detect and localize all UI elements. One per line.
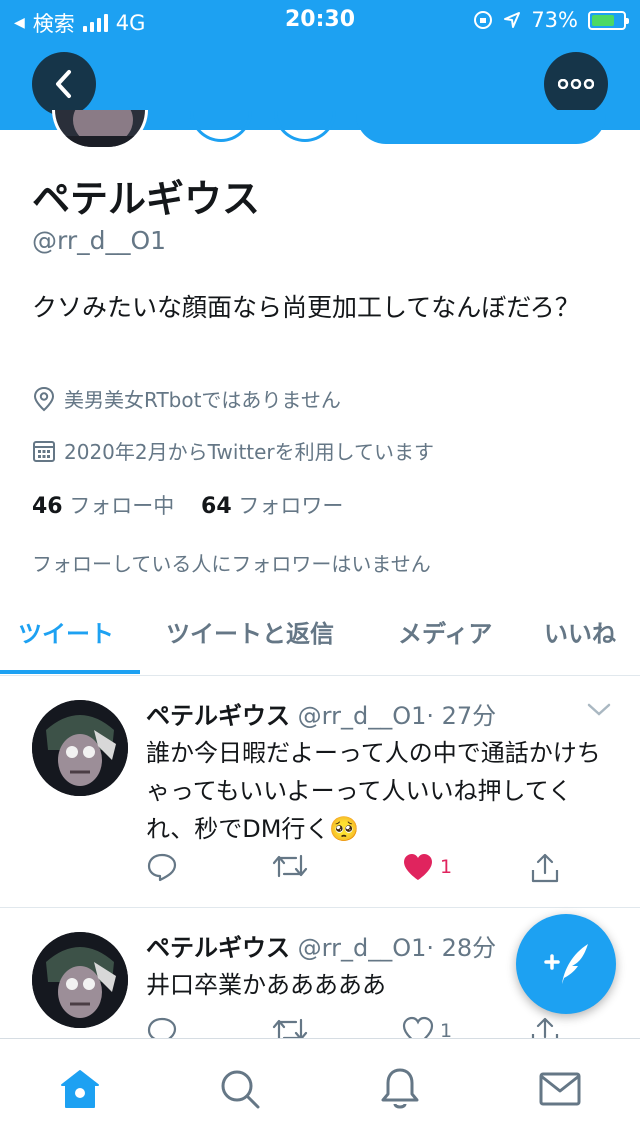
profile-tabs: ツイート ツイートと返信 メディア いいね — [0, 600, 640, 676]
profile-joined: 2020年2月からTwitterを利用しています — [32, 436, 434, 465]
nav-messages[interactable] — [536, 1065, 584, 1113]
profile-bio: クソみたいな顔面なら尚更加工してなんぼだろ？ — [32, 293, 580, 322]
active-tab-indicator — [0, 670, 140, 674]
followers-label: フォロワー — [238, 494, 344, 518]
back-button[interactable] — [32, 52, 96, 116]
tweet-actions: 1 — [146, 852, 586, 892]
retweet-button[interactable] — [272, 852, 308, 880]
compose-tweet-button[interactable] — [516, 914, 616, 1014]
retweet-icon — [272, 854, 308, 878]
compose-tweet-icon — [544, 944, 588, 984]
bottom-nav — [0, 1038, 640, 1136]
like-count: 1 — [440, 1020, 453, 1038]
reply-button[interactable] — [146, 1016, 178, 1038]
location-arrow-icon — [504, 12, 521, 28]
tweet-actions: 1 — [146, 1016, 586, 1038]
notifications-toggle-button[interactable] — [190, 110, 252, 142]
tweet-time: · 28分 — [426, 934, 497, 962]
more-dots-icon — [558, 79, 594, 89]
heart-icon — [402, 1016, 434, 1038]
tweet-avatar[interactable] — [32, 700, 128, 796]
status-bar: ◀ 検索 4G 20:30 73% — [0, 0, 640, 40]
tweet-author-name[interactable]: ペテルギウス — [146, 702, 290, 730]
joined-text: 2020年2月からTwitterを利用しています — [64, 440, 435, 464]
tweet-author-handle[interactable]: @rr_d__O1 — [298, 934, 427, 962]
like-count: 1 — [440, 856, 453, 878]
retweet-icon — [272, 1018, 308, 1038]
tab-likes[interactable]: いいね — [544, 614, 616, 649]
reply-icon — [147, 853, 177, 882]
followers-you-know-notice: フォローしている人にフォロワーはいません — [32, 552, 431, 576]
tab-media[interactable]: メディア — [398, 614, 492, 649]
calendar-icon — [33, 440, 55, 462]
heart-icon — [404, 854, 432, 880]
battery-icon — [588, 10, 629, 30]
reply-icon — [147, 1017, 177, 1038]
retweet-button[interactable] — [272, 1016, 308, 1038]
tab-tweets-and-replies[interactable]: ツイートと返信 — [166, 614, 334, 649]
tweet-time: · 27分 — [426, 702, 497, 730]
follow-counts: 46 フォロー中 64 フォロワー — [32, 490, 343, 520]
tweet[interactable]: ペテルギウス @rr_d__O1· 27分 誰か今日暇だよーって人の中で通話かけ… — [0, 676, 640, 908]
profile-location: 美男美女RTbotではありません — [32, 384, 341, 413]
tweet-author-name[interactable]: ペテルギウス — [146, 934, 290, 962]
following-link[interactable]: 46 フォロー中 — [32, 494, 175, 519]
orientation-lock-icon — [474, 11, 493, 29]
follow-button[interactable] — [356, 110, 606, 144]
profile-handle: @rr_d__O1 — [32, 226, 167, 255]
tab-tweets[interactable]: ツイート — [18, 614, 114, 649]
followers-count: 64 — [201, 494, 232, 519]
more-button[interactable] — [544, 52, 608, 116]
followers-link[interactable]: 64 フォロワー — [201, 494, 344, 519]
profile-name: ペテルギウス — [32, 177, 261, 221]
tweet-header: ペテルギウス @rr_d__O1· 27分 — [146, 696, 496, 731]
profile-avatar[interactable] — [52, 110, 148, 150]
following-count: 46 — [32, 494, 63, 519]
location-text: 美男美女RTbotではありません — [64, 388, 341, 412]
reply-button[interactable] — [146, 852, 178, 882]
share-button[interactable] — [530, 852, 560, 884]
like-button[interactable]: 1 — [402, 852, 452, 882]
search-icon — [221, 1070, 260, 1109]
chevron-left-icon — [56, 70, 71, 98]
share-icon — [531, 853, 559, 883]
status-right: 73% — [473, 8, 629, 32]
following-label: フォロー中 — [69, 494, 175, 518]
home-icon — [61, 1070, 99, 1108]
message-button[interactable] — [274, 110, 336, 142]
share-icon — [531, 1017, 559, 1038]
envelope-icon — [539, 1072, 581, 1106]
nav-search[interactable] — [216, 1065, 264, 1113]
tweet-author-handle[interactable]: @rr_d__O1 — [298, 702, 427, 730]
bell-icon — [381, 1068, 419, 1109]
location-pin-icon — [33, 386, 55, 411]
nav-notifications[interactable] — [376, 1065, 424, 1113]
tweet-avatar[interactable] — [32, 932, 128, 1028]
share-button[interactable] — [530, 1016, 560, 1038]
nav-home[interactable] — [56, 1065, 104, 1113]
tweet-text: 誰か今日暇だよーって人の中で通話かけちゃってもいいよーって人いいね押してくれ、秒… — [146, 739, 601, 843]
tweet-header: ペテルギウス @rr_d__O1· 28分 — [146, 928, 496, 963]
chevron-down-icon[interactable] — [586, 702, 612, 718]
like-button[interactable]: 1 — [402, 1016, 452, 1038]
battery-percent: 73% — [531, 8, 578, 32]
